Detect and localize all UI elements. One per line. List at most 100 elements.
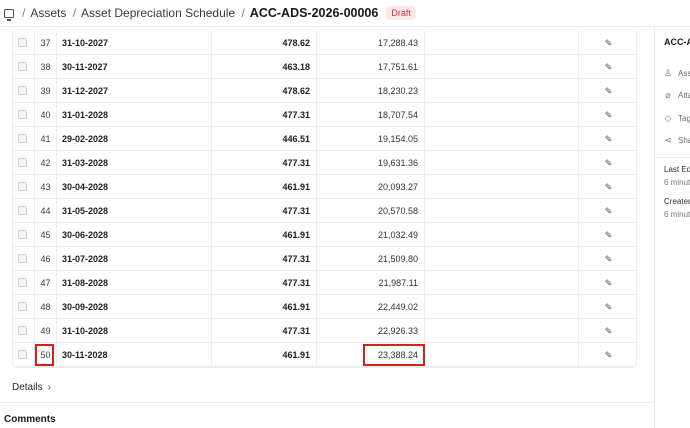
journal-entry-cell[interactable] <box>425 55 579 79</box>
row-checkbox[interactable] <box>18 230 27 239</box>
edit-row-icon[interactable]: ✎ <box>605 127 613 151</box>
accumulated-depreciation-cell[interactable]: 20,093.27 <box>317 175 425 199</box>
journal-entry-cell[interactable] <box>425 31 579 55</box>
journal-entry-cell[interactable] <box>425 103 579 127</box>
depreciation-amount-cell[interactable]: 461.91 <box>212 343 317 367</box>
accumulated-depreciation-cell[interactable]: 20,570.58 <box>317 199 425 223</box>
row-checkbox[interactable] <box>18 326 27 335</box>
edit-row-icon[interactable]: ✎ <box>605 343 613 367</box>
edit-row-icon[interactable]: ✎ <box>605 79 613 103</box>
table-row[interactable]: 47 31-08-2028 477.31 21,987.11 ✎ <box>13 271 636 295</box>
edit-row-icon[interactable]: ✎ <box>605 31 613 55</box>
breadcrumb-link-assets[interactable]: Assets <box>30 6 66 20</box>
table-row[interactable]: 44 31-05-2028 477.31 20,570.58 ✎ <box>13 199 636 223</box>
edit-row-icon[interactable]: ✎ <box>605 55 613 79</box>
row-checkbox[interactable] <box>18 206 27 215</box>
row-checkbox[interactable] <box>18 158 27 167</box>
sidebar-tags[interactable]: ◇ Tags <box>664 113 690 124</box>
edit-row-icon[interactable]: ✎ <box>605 247 613 271</box>
row-checkbox[interactable] <box>18 38 27 47</box>
accumulated-depreciation-cell[interactable]: 19,154.05 <box>317 127 425 151</box>
row-checkbox[interactable] <box>18 62 27 71</box>
schedule-date-cell[interactable]: 31-07-2028 <box>57 247 212 271</box>
journal-entry-cell[interactable] <box>425 175 579 199</box>
depreciation-amount-cell[interactable]: 461.91 <box>212 295 317 319</box>
edit-row-icon[interactable]: ✎ <box>605 175 613 199</box>
depreciation-amount-cell[interactable]: 477.31 <box>212 103 317 127</box>
schedule-date-cell[interactable]: 31-08-2028 <box>57 271 212 295</box>
depreciation-amount-cell[interactable]: 463.18 <box>212 55 317 79</box>
details-toggle[interactable]: Details › <box>12 382 51 393</box>
depreciation-amount-cell[interactable]: 461.91 <box>212 175 317 199</box>
sidebar-attachments[interactable]: ⌀ Attac <box>664 90 690 101</box>
journal-entry-cell[interactable] <box>425 319 579 343</box>
sidebar-share[interactable]: ⋖ Shar <box>664 135 690 146</box>
schedule-date-cell[interactable]: 31-12-2027 <box>57 79 212 103</box>
table-row[interactable]: 49 31-10-2028 477.31 22,926.33 ✎ <box>13 319 636 343</box>
journal-entry-cell[interactable] <box>425 199 579 223</box>
row-checkbox[interactable] <box>18 86 27 95</box>
accumulated-depreciation-cell[interactable]: 23,388.24 <box>317 343 425 367</box>
row-checkbox[interactable] <box>18 278 27 287</box>
table-row[interactable]: 38 30-11-2027 463.18 17,751.61 ✎ <box>13 55 636 79</box>
table-row[interactable]: 37 31-10-2027 478.62 17,288.43 ✎ <box>13 31 636 55</box>
schedule-date-cell[interactable]: 30-09-2028 <box>57 295 212 319</box>
desktop-icon[interactable] <box>4 8 14 21</box>
table-row[interactable]: 41 29-02-2028 446.51 19,154.05 ✎ <box>13 127 636 151</box>
accumulated-depreciation-cell[interactable]: 21,987.11 <box>317 271 425 295</box>
journal-entry-cell[interactable] <box>425 127 579 151</box>
depreciation-amount-cell[interactable]: 478.62 <box>212 31 317 55</box>
row-checkbox[interactable] <box>18 302 27 311</box>
edit-row-icon[interactable]: ✎ <box>605 319 613 343</box>
schedule-date-cell[interactable]: 30-04-2028 <box>57 175 212 199</box>
table-row[interactable]: 43 30-04-2028 461.91 20,093.27 ✎ <box>13 175 636 199</box>
table-row[interactable]: 50 30-11-2028 461.91 23,388.24 ✎ <box>13 343 636 367</box>
row-checkbox[interactable] <box>18 110 27 119</box>
row-checkbox[interactable] <box>18 134 27 143</box>
schedule-date-cell[interactable]: 30-11-2028 <box>57 343 212 367</box>
schedule-date-cell[interactable]: 31-03-2028 <box>57 151 212 175</box>
edit-row-icon[interactable]: ✎ <box>605 199 613 223</box>
depreciation-amount-cell[interactable]: 477.31 <box>212 199 317 223</box>
accumulated-depreciation-cell[interactable]: 18,707.54 <box>317 103 425 127</box>
schedule-date-cell[interactable]: 29-02-2028 <box>57 127 212 151</box>
depreciation-amount-cell[interactable]: 477.31 <box>212 319 317 343</box>
edit-row-icon[interactable]: ✎ <box>605 151 613 175</box>
accumulated-depreciation-cell[interactable]: 17,751.61 <box>317 55 425 79</box>
schedule-date-cell[interactable]: 31-10-2027 <box>57 31 212 55</box>
table-row[interactable]: 42 31-03-2028 477.31 19,631.36 ✎ <box>13 151 636 175</box>
depreciation-amount-cell[interactable]: 461.91 <box>212 223 317 247</box>
depreciation-amount-cell[interactable]: 478.62 <box>212 79 317 103</box>
journal-entry-cell[interactable] <box>425 271 579 295</box>
sidebar-assign[interactable]: ♙ Assi <box>664 68 690 79</box>
row-checkbox[interactable] <box>18 182 27 191</box>
schedule-date-cell[interactable]: 31-01-2028 <box>57 103 212 127</box>
accumulated-depreciation-cell[interactable]: 21,032.49 <box>317 223 425 247</box>
breadcrumb-link-asset-depreciation-schedule[interactable]: Asset Depreciation Schedule <box>81 6 235 20</box>
accumulated-depreciation-cell[interactable]: 22,449.02 <box>317 295 425 319</box>
table-row[interactable]: 46 31-07-2028 477.31 21,509.80 ✎ <box>13 247 636 271</box>
accumulated-depreciation-cell[interactable]: 18,230.23 <box>317 79 425 103</box>
schedule-date-cell[interactable]: 31-05-2028 <box>57 199 212 223</box>
depreciation-amount-cell[interactable]: 477.31 <box>212 151 317 175</box>
row-checkbox[interactable] <box>18 350 27 359</box>
edit-row-icon[interactable]: ✎ <box>605 271 613 295</box>
table-row[interactable]: 45 30-06-2028 461.91 21,032.49 ✎ <box>13 223 636 247</box>
row-checkbox[interactable] <box>18 254 27 263</box>
depreciation-amount-cell[interactable]: 477.31 <box>212 247 317 271</box>
accumulated-depreciation-cell[interactable]: 21,509.80 <box>317 247 425 271</box>
accumulated-depreciation-cell[interactable]: 19,631.36 <box>317 151 425 175</box>
journal-entry-cell[interactable] <box>425 295 579 319</box>
schedule-date-cell[interactable]: 30-06-2028 <box>57 223 212 247</box>
journal-entry-cell[interactable] <box>425 79 579 103</box>
schedule-date-cell[interactable]: 30-11-2027 <box>57 55 212 79</box>
journal-entry-cell[interactable] <box>425 343 579 367</box>
journal-entry-cell[interactable] <box>425 247 579 271</box>
journal-entry-cell[interactable] <box>425 151 579 175</box>
schedule-date-cell[interactable]: 31-10-2028 <box>57 319 212 343</box>
accumulated-depreciation-cell[interactable]: 17,288.43 <box>317 31 425 55</box>
depreciation-amount-cell[interactable]: 477.31 <box>212 271 317 295</box>
table-row[interactable]: 40 31-01-2028 477.31 18,707.54 ✎ <box>13 103 636 127</box>
edit-row-icon[interactable]: ✎ <box>605 295 613 319</box>
table-row[interactable]: 39 31-12-2027 478.62 18,230.23 ✎ <box>13 79 636 103</box>
